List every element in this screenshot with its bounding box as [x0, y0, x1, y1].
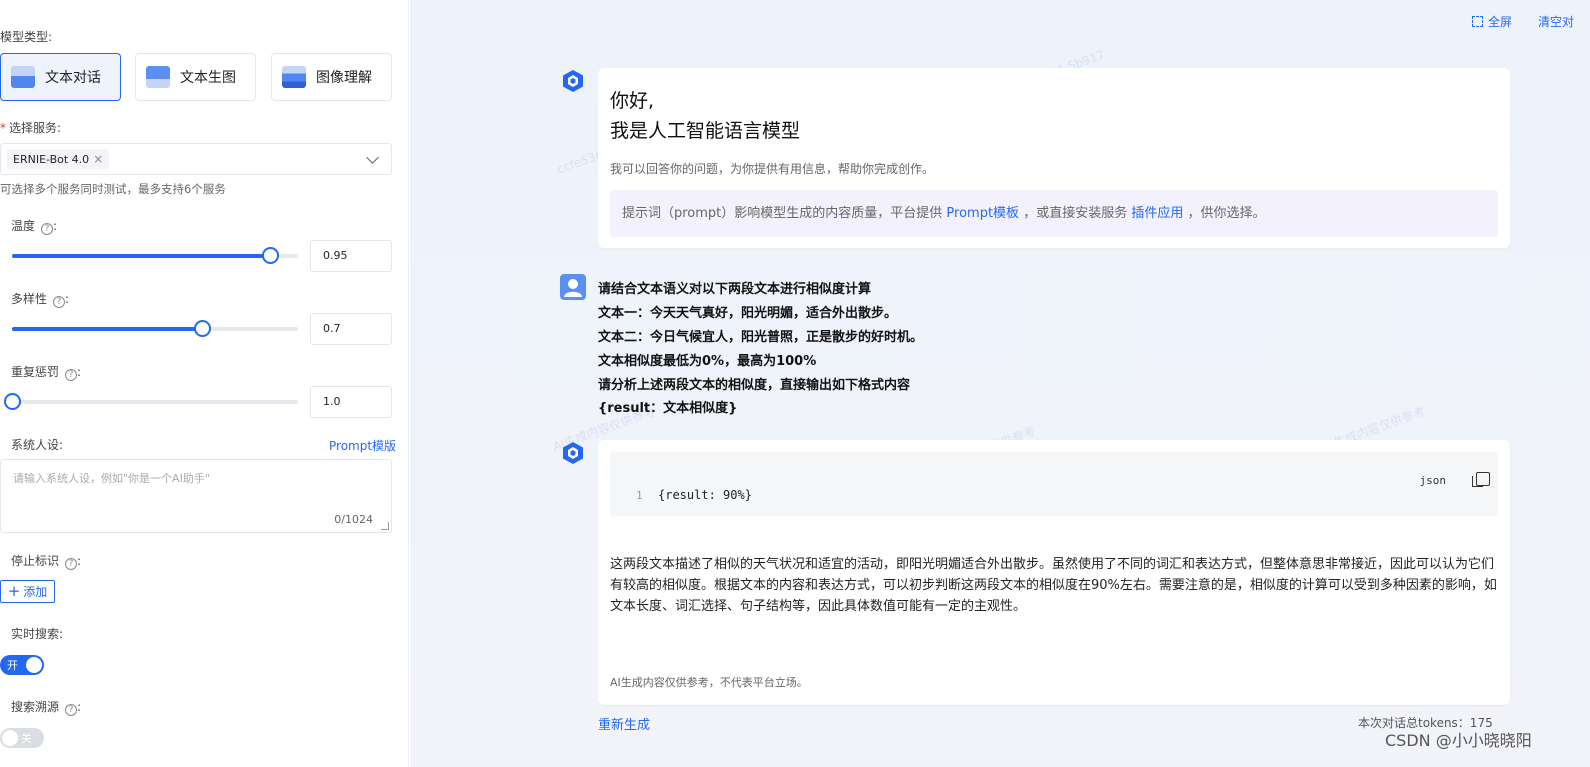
realtime-toggle[interactable]: 开: [0, 655, 44, 675]
fullscreen-label: 全屏: [1488, 15, 1513, 29]
temperature-label: 温度: [11, 219, 36, 233]
penalty-input[interactable]: 1.0: [310, 386, 392, 418]
disclaimer: AI生成内容仅供参考，不代表平台立场。: [610, 676, 808, 689]
search-source-label-row: 搜索溯源?:: [11, 700, 82, 716]
add-label: 添加: [23, 585, 48, 599]
stop-label: 停止标识: [11, 554, 60, 568]
prompt-template-link[interactable]: Prompt模版: [329, 437, 396, 454]
search-source-toggle[interactable]: 关: [0, 728, 44, 748]
chat-icon: [11, 66, 35, 88]
temperature-slider[interactable]: [12, 247, 298, 264]
realtime-label: 实时搜索:: [11, 627, 64, 641]
required-mark: *: [0, 121, 6, 135]
service-hint: 可选择多个服务同时测试，最多支持6个服务: [0, 182, 226, 196]
model-type-text-chat[interactable]: 文本对话: [0, 53, 121, 101]
service-label: 选择服务:: [9, 121, 62, 135]
model-type-text-to-image-label: 文本生图: [180, 70, 236, 86]
service-label-row: * 选择服务:: [0, 119, 61, 136]
welcome-line2: 我是人工智能语言模型: [610, 120, 801, 142]
fullscreen-icon: [1472, 16, 1483, 27]
diversity-label: 多样性: [11, 292, 48, 306]
prompt-template-link[interactable]: Prompt模板: [946, 206, 1019, 221]
help-icon[interactable]: ?: [41, 223, 54, 235]
csdn-watermark: CSDN @小小晓晓阳: [1385, 731, 1532, 750]
penalty-slider[interactable]: [4, 393, 298, 410]
slider-fill: [12, 327, 203, 331]
toggle-on-text: 开: [7, 659, 18, 672]
user-message-line: {result：文本相似度}: [598, 401, 738, 416]
user-message-line: 请结合文本语义对以下两段文本进行相似度计算: [598, 282, 872, 297]
welcome-line1: 你好,: [610, 90, 655, 112]
model-type-image-understanding[interactable]: 图像理解: [271, 53, 392, 101]
help-icon[interactable]: ?: [65, 369, 78, 381]
image-understand-icon: [282, 66, 306, 88]
service-tag: ERNIE-Bot 4.0 ×: [7, 149, 110, 169]
diversity-slider[interactable]: [12, 320, 298, 337]
model-type-label: 模型类型:: [0, 30, 53, 44]
copy-icon[interactable]: [1472, 472, 1490, 487]
search-source-label: 搜索溯源: [11, 700, 60, 714]
char-count: 0/1024: [334, 513, 373, 526]
slider-fill: [12, 254, 271, 258]
user-message-line: 文本二：今日气候宜人，阳光普照，正是散步的好时机。: [598, 330, 924, 345]
service-select[interactable]: ERNIE-Bot 4.0 ×: [0, 143, 392, 175]
hint-mid: ，或直接安装服务: [1023, 206, 1128, 221]
close-icon[interactable]: ×: [93, 152, 103, 166]
welcome-card: 你好, 我是人工智能语言模型 我可以回答你的问题，为你提供有用信息，帮助你完成创…: [598, 68, 1510, 248]
plus-icon: +: [7, 582, 21, 600]
clear-chat-button[interactable]: 清空对: [1538, 13, 1574, 30]
toggle-knob: [26, 657, 42, 673]
diversity-label-row: 多样性?:: [11, 292, 70, 308]
code-block: 1 {result: 90%} json: [610, 452, 1498, 516]
resize-handle[interactable]: [381, 522, 389, 530]
user-message-line: 请分析上述两段文本的相似度，直接输出如下格式内容: [598, 378, 911, 393]
hint-pre: 提示词（prompt）影响模型生成的内容质量，平台提供: [622, 206, 943, 221]
settings-panel: 模型类型: 文本对话 文本生图 图像理解 * 选择服务: ERNIE-Bot 4.…: [0, 0, 409, 767]
user-message-line: 文本一：今天天气真好，阳光明媚，适合外出散步。: [598, 306, 898, 321]
clear-label: 清空对: [1538, 15, 1575, 29]
help-icon[interactable]: ?: [53, 296, 66, 308]
help-icon[interactable]: ?: [65, 558, 78, 570]
help-icon[interactable]: ?: [65, 704, 78, 716]
code-line-number: 1: [636, 489, 643, 502]
toggle-off-text: 关: [21, 732, 32, 745]
hint-post: ，供你选择。: [1187, 206, 1266, 221]
regenerate-button[interactable]: 重新生成: [598, 714, 650, 733]
slider-thumb[interactable]: [4, 393, 21, 410]
model-type-image-understanding-label: 图像理解: [316, 70, 372, 86]
penalty-label-row: 重复惩罚?:: [11, 365, 82, 381]
welcome-sub: 我可以回答你的问题，为你提供有用信息，帮助你完成创作。: [610, 162, 935, 176]
add-stop-button[interactable]: + 添加: [0, 580, 55, 603]
model-type-text-to-image[interactable]: 文本生图: [135, 53, 256, 101]
answer-text: 这两段文本描述了相似的天气状况和适宜的活动，即阳光明媚适合外出散步。虽然使用了不…: [610, 557, 1497, 614]
bot-avatar: [561, 69, 585, 93]
temperature-label-row: 温度?:: [11, 219, 58, 235]
plugin-app-link[interactable]: 插件应用: [1131, 206, 1183, 221]
bot-avatar: [561, 441, 585, 465]
slider-thumb[interactable]: [262, 247, 280, 264]
code-language: json: [1419, 474, 1447, 487]
service-tag-label: ERNIE-Bot 4.0: [13, 152, 90, 166]
toggle-knob: [2, 730, 18, 746]
penalty-label: 重复惩罚: [11, 365, 60, 379]
chevron-down-icon[interactable]: [366, 151, 379, 164]
code-text: {result: 90%}: [658, 488, 752, 502]
user-avatar: [560, 274, 586, 300]
system-textarea[interactable]: 请输入系统人设，例如"你是一个AI助手" 0/1024: [0, 459, 392, 533]
diversity-input[interactable]: 0.7: [310, 313, 392, 345]
image-gen-icon: [146, 66, 170, 88]
stop-label-row: 停止标识?:: [11, 554, 82, 570]
answer-card: 1 {result: 90%} json 这两段文本描述了相似的天气状况和适宜的…: [598, 440, 1510, 705]
prompt-hint: 提示词（prompt）影响模型生成的内容质量，平台提供 Prompt模板 ，或直…: [610, 190, 1498, 237]
user-message-line: 文本相似度最低为0%，最高为100%: [598, 354, 817, 369]
fullscreen-button[interactable]: 全屏: [1472, 13, 1512, 30]
temperature-input[interactable]: 0.95: [310, 240, 392, 272]
model-type-text-chat-label: 文本对话: [45, 70, 101, 86]
system-label: 系统人设:: [11, 438, 64, 452]
slider-thumb[interactable]: [194, 320, 212, 337]
system-placeholder: 请输入系统人设，例如"你是一个AI助手": [13, 472, 210, 485]
